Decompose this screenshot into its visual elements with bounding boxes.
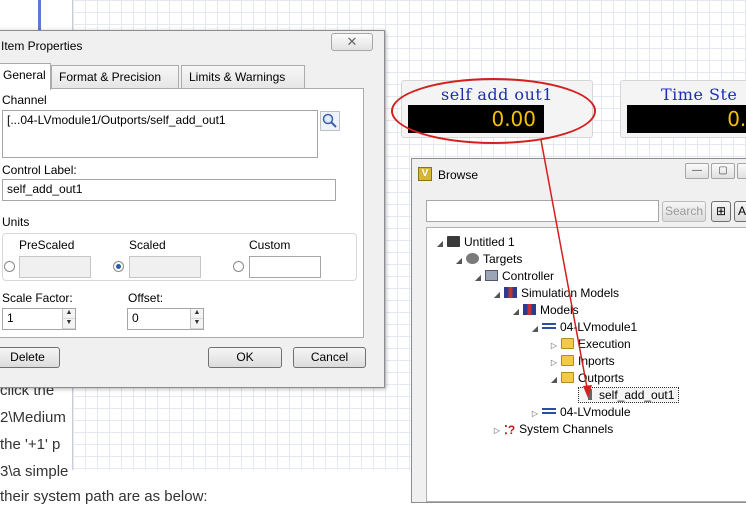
indicator-label: Time Ste: [661, 85, 738, 104]
models-icon: [523, 304, 536, 315]
ok-button[interactable]: OK: [208, 347, 282, 368]
scroll-indicator: [38, 0, 41, 30]
delete-button[interactable]: Delete: [0, 347, 60, 368]
tree-node-inports[interactable]: ▷ Inports: [549, 353, 615, 369]
control-label-label: Control Label:: [2, 163, 77, 177]
module-icon: [542, 408, 556, 414]
search-input[interactable]: [426, 200, 659, 222]
tree-node-targets[interactable]: ◢ Targets: [454, 251, 522, 267]
prescaled-field: [19, 256, 91, 278]
port-icon: [588, 389, 592, 400]
expander-icon[interactable]: ◢: [435, 236, 445, 252]
scale-factor-label: Scale Factor:: [2, 291, 73, 305]
sort-button[interactable]: A: [734, 201, 746, 222]
channel-label: Channel: [2, 93, 47, 107]
dialog-title: Item Properties: [1, 39, 83, 53]
indicator-value: 0.0: [627, 105, 746, 133]
expander-icon[interactable]: ◢: [492, 287, 502, 303]
item-properties-dialog: Item Properties ✕ General Format & Preci…: [0, 30, 385, 388]
unit-scaled-label: Scaled: [129, 238, 166, 252]
expander-icon[interactable]: ◢: [511, 304, 521, 320]
cancel-button[interactable]: Cancel: [293, 347, 366, 368]
unit-prescaled-radio[interactable]: [4, 261, 15, 272]
browse-channel-button[interactable]: [320, 111, 340, 131]
close-window-button[interactable]: ✕: [737, 163, 746, 179]
module-icon: [542, 323, 556, 329]
doc-line-3: the '+1' p: [0, 436, 61, 453]
offset-stepper[interactable]: ▲ ▼: [190, 309, 203, 329]
expander-icon[interactable]: ▷: [549, 355, 559, 371]
close-icon: ✕: [346, 34, 358, 49]
indicator-time-step[interactable]: Time Ste 0.0: [620, 80, 746, 138]
tree-node-untitled[interactable]: ◢ Untitled 1: [435, 234, 515, 250]
tab-format-precision[interactable]: Format & Precision: [51, 65, 179, 89]
unit-custom-radio[interactable]: [233, 261, 244, 272]
expander-icon[interactable]: ▷: [549, 338, 559, 354]
control-label-field[interactable]: self_add_out1: [2, 179, 336, 201]
sort-icon: A: [737, 204, 746, 218]
maximize-icon: ▢: [718, 165, 728, 176]
unit-prescaled-label: PreScaled: [19, 238, 75, 252]
search-button[interactable]: Search: [662, 201, 706, 222]
offset-label: Offset:: [128, 291, 164, 305]
tree-node-system-channels[interactable]: ▷ ⁚? System Channels: [492, 421, 613, 437]
units-label: Units: [2, 215, 30, 229]
expander-icon[interactable]: ◢: [549, 372, 559, 388]
tree-node-models[interactable]: ◢ Models: [511, 302, 579, 318]
targets-icon: [466, 253, 479, 264]
models-icon: [504, 287, 517, 298]
tab-general[interactable]: General: [0, 63, 51, 90]
tree-node-execution[interactable]: ▷ Execution: [549, 336, 631, 352]
unit-scaled-radio[interactable]: [113, 261, 124, 272]
minimize-icon: —: [692, 165, 702, 176]
browse-window: V Browse — ▢ ✕ Search ⊞ A ◢Untitled 1 ◢T…: [411, 158, 746, 503]
tree-view-button[interactable]: ⊞: [711, 201, 731, 222]
folder-icon: [561, 355, 574, 366]
close-button[interactable]: ✕: [331, 33, 373, 51]
annotation-ellipse: [391, 78, 596, 144]
browse-title: Browse: [438, 168, 479, 182]
tree-view-icon: ⊞: [715, 204, 727, 218]
tree-node-lvmodule1[interactable]: ◢ 04-LVmodule1: [530, 319, 637, 335]
tree-node-controller[interactable]: ◢ Controller: [473, 268, 554, 284]
expander-icon[interactable]: ▷: [530, 406, 540, 422]
tree-node-outports[interactable]: ◢ Outports: [549, 370, 624, 386]
tree-node-self-add-out1[interactable]: self_add_out1: [568, 387, 680, 403]
expander-icon[interactable]: ◢: [473, 270, 483, 286]
minimize-button[interactable]: —: [685, 163, 709, 179]
custom-unit-field[interactable]: [249, 256, 321, 278]
folder-icon: [561, 372, 574, 383]
expander-icon[interactable]: ◢: [530, 321, 540, 337]
browse-tree: ◢ Untitled 1 ◢ Targets ◢ Controller ◢ Simula…: [426, 227, 746, 502]
magnifier-icon: [322, 113, 337, 128]
offset-value: 0: [132, 311, 139, 325]
tab-limits-warnings[interactable]: Limits & Warnings: [181, 65, 305, 89]
box-icon: [447, 236, 460, 247]
expander-icon[interactable]: ▷: [492, 423, 502, 439]
channel-field[interactable]: [...04-LVmodule1/Outports/self_add_out1: [2, 110, 318, 158]
folder-icon: [561, 338, 574, 349]
scale-factor-stepper[interactable]: ▲ ▼: [62, 309, 75, 329]
controller-icon: [485, 270, 498, 281]
browse-app-icon: V: [418, 167, 432, 181]
expander-icon[interactable]: ◢: [454, 253, 464, 269]
doc-line-4: 3\a simple: [0, 463, 69, 480]
general-tab-panel: Channel [...04-LVmodule1/Outports/self_a…: [0, 88, 364, 338]
doc-line-2: 2\Medium: [0, 409, 66, 426]
maximize-button[interactable]: ▢: [711, 163, 735, 179]
system-icon: ⁚?: [504, 423, 516, 437]
scale-factor-value: 1: [7, 311, 14, 325]
tree-node-simulation-models[interactable]: ◢ Simulation Models: [492, 285, 619, 301]
unit-custom-label: Custom: [249, 238, 291, 252]
tree-node-lvmodule[interactable]: ▷ 04-LVmodule: [530, 404, 631, 420]
scaled-field: [129, 256, 201, 278]
